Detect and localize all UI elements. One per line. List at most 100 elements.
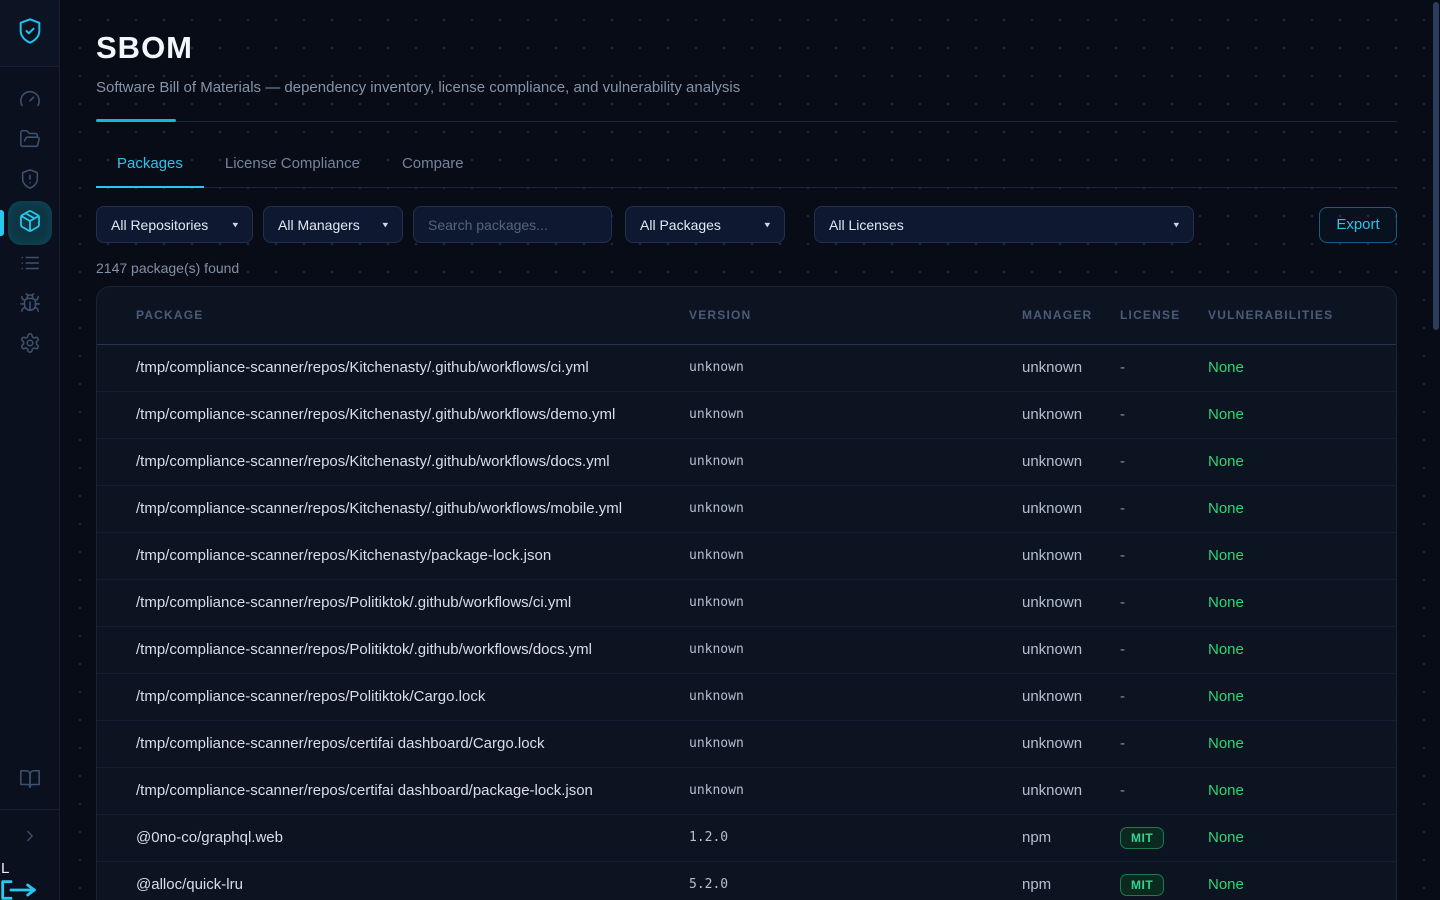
table-row[interactable]: /tmp/compliance-scanner/repos/Kitchenast…	[97, 344, 1396, 391]
license-cell: MIT	[1120, 814, 1208, 861]
repositories-select-value: All Repositories	[111, 217, 208, 233]
title-divider	[96, 119, 1397, 122]
gauge-icon	[19, 88, 41, 115]
vulnerabilities-cell: None	[1208, 767, 1396, 814]
book-open-icon	[19, 768, 41, 795]
manager-cell: unknown	[1022, 579, 1120, 626]
chevron-down-icon: ▾	[232, 219, 238, 229]
package-cell: /tmp/compliance-scanner/repos/Kitchenast…	[97, 344, 689, 391]
table-row[interactable]: /tmp/compliance-scanner/repos/Politiktok…	[97, 579, 1396, 626]
manager-cell: unknown	[1022, 720, 1120, 767]
manager-cell: unknown	[1022, 391, 1120, 438]
tab-license-compliance[interactable]: License Compliance	[204, 155, 381, 187]
sidebar	[0, 0, 60, 900]
table-row[interactable]: @alloc/quick-lru 5.2.0 npm MIT None	[97, 861, 1396, 900]
filter-bar: All Repositories ▾ All Managers ▾ All Pa…	[96, 206, 1397, 243]
vulnerabilities-cell: None	[1208, 814, 1396, 861]
packages-table-panel: Package Version Manager License Vulnerab…	[96, 286, 1397, 900]
vulnerabilities-cell: None	[1208, 626, 1396, 673]
column-header-package: Package	[97, 287, 689, 344]
search-input[interactable]	[428, 217, 597, 233]
version-cell: unknown	[689, 579, 1022, 626]
tab-compare[interactable]: Compare	[381, 155, 485, 187]
page-subtitle: Software Bill of Materials — dependency …	[96, 79, 1397, 96]
sidebar-item-repositories[interactable]	[10, 121, 50, 161]
package-cell: @alloc/quick-lru	[97, 861, 689, 900]
app-logo[interactable]	[0, 0, 59, 67]
vulnerabilities-cell: None	[1208, 391, 1396, 438]
package-cell: /tmp/compliance-scanner/repos/Politiktok…	[97, 673, 689, 720]
license-cell: -	[1120, 344, 1208, 391]
version-cell: unknown	[689, 720, 1022, 767]
sidebar-item-settings[interactable]	[10, 325, 50, 365]
version-cell: unknown	[689, 626, 1022, 673]
sidebar-nav	[0, 67, 59, 365]
results-count: 2147 package(s) found	[96, 260, 1397, 276]
packages-select-value: All Packages	[640, 217, 721, 233]
repositories-select[interactable]: All Repositories ▾	[96, 206, 253, 243]
license-cell: -	[1120, 673, 1208, 720]
license-cell: -	[1120, 438, 1208, 485]
list-icon	[19, 252, 41, 279]
manager-cell: unknown	[1022, 344, 1120, 391]
gear-icon	[19, 332, 41, 359]
managers-select-value: All Managers	[278, 217, 360, 233]
table-row[interactable]: /tmp/compliance-scanner/repos/Kitchenast…	[97, 391, 1396, 438]
scrollbar-thumb[interactable]	[1433, 2, 1439, 330]
package-cell: /tmp/compliance-scanner/repos/Kitchenast…	[97, 485, 689, 532]
folder-open-icon	[19, 128, 41, 155]
version-cell: unknown	[689, 438, 1022, 485]
sidebar-item-compliance[interactable]	[10, 161, 50, 201]
sidebar-collapse-button[interactable]	[10, 818, 50, 858]
version-cell: unknown	[689, 532, 1022, 579]
table-row[interactable]: /tmp/compliance-scanner/repos/Kitchenast…	[97, 485, 1396, 532]
cutoff-label: L	[1, 860, 42, 877]
vulnerabilities-cell: None	[1208, 579, 1396, 626]
package-cell: /tmp/compliance-scanner/repos/Kitchenast…	[97, 438, 689, 485]
license-cell: MIT	[1120, 861, 1208, 900]
table-row[interactable]: /tmp/compliance-scanner/repos/Politiktok…	[97, 673, 1396, 720]
search-box	[413, 206, 612, 243]
sidebar-item-docs[interactable]	[10, 761, 50, 801]
package-cell: /tmp/compliance-scanner/repos/Politiktok…	[97, 626, 689, 673]
chevron-down-icon: ▾	[1173, 219, 1179, 229]
version-cell: unknown	[689, 485, 1022, 532]
shield-check-icon	[16, 17, 44, 50]
license-cell: -	[1120, 391, 1208, 438]
table-row[interactable]: /tmp/compliance-scanner/repos/certifai d…	[97, 720, 1396, 767]
tab-bar: Packages License Compliance Compare	[96, 155, 1397, 188]
export-button[interactable]: Export	[1319, 207, 1397, 243]
table-row[interactable]: /tmp/compliance-scanner/repos/Politiktok…	[97, 626, 1396, 673]
package-cell: @0no-co/graphql.web	[97, 814, 689, 861]
license-cell: -	[1120, 767, 1208, 814]
page-scrollbar[interactable]	[1432, 0, 1440, 900]
main-content: SBOM Software Bill of Materials — depend…	[60, 0, 1440, 900]
sidebar-item-sbom[interactable]	[8, 201, 52, 245]
column-header-manager: Manager	[1022, 287, 1120, 344]
packages-select[interactable]: All Packages ▾	[625, 206, 785, 243]
sidebar-item-dashboard[interactable]	[10, 81, 50, 121]
sidebar-item-inventory[interactable]	[10, 245, 50, 285]
tab-packages[interactable]: Packages	[96, 155, 204, 187]
version-cell: 1.2.0	[689, 814, 1022, 861]
manager-cell: unknown	[1022, 673, 1120, 720]
license-cell: -	[1120, 626, 1208, 673]
license-badge: MIT	[1120, 874, 1164, 896]
manager-cell: npm	[1022, 814, 1120, 861]
vulnerabilities-cell: None	[1208, 344, 1396, 391]
table-row[interactable]: @0no-co/graphql.web 1.2.0 npm MIT None	[97, 814, 1396, 861]
managers-select[interactable]: All Managers ▾	[263, 206, 403, 243]
column-header-version: Version	[689, 287, 1022, 344]
package-cell: /tmp/compliance-scanner/repos/certifai d…	[97, 767, 689, 814]
divider	[0, 809, 60, 810]
table-row[interactable]: /tmp/compliance-scanner/repos/Kitchenast…	[97, 438, 1396, 485]
table-row[interactable]: /tmp/compliance-scanner/repos/certifai d…	[97, 767, 1396, 814]
version-cell: unknown	[689, 391, 1022, 438]
manager-cell: unknown	[1022, 626, 1120, 673]
licenses-select[interactable]: All Licenses ▾	[814, 206, 1194, 243]
cutoff-logout[interactable]: L	[0, 860, 42, 900]
sidebar-item-vulnerabilities[interactable]	[10, 285, 50, 325]
table-row[interactable]: /tmp/compliance-scanner/repos/Kitchenast…	[97, 532, 1396, 579]
vulnerabilities-cell: None	[1208, 532, 1396, 579]
license-cell: -	[1120, 485, 1208, 532]
